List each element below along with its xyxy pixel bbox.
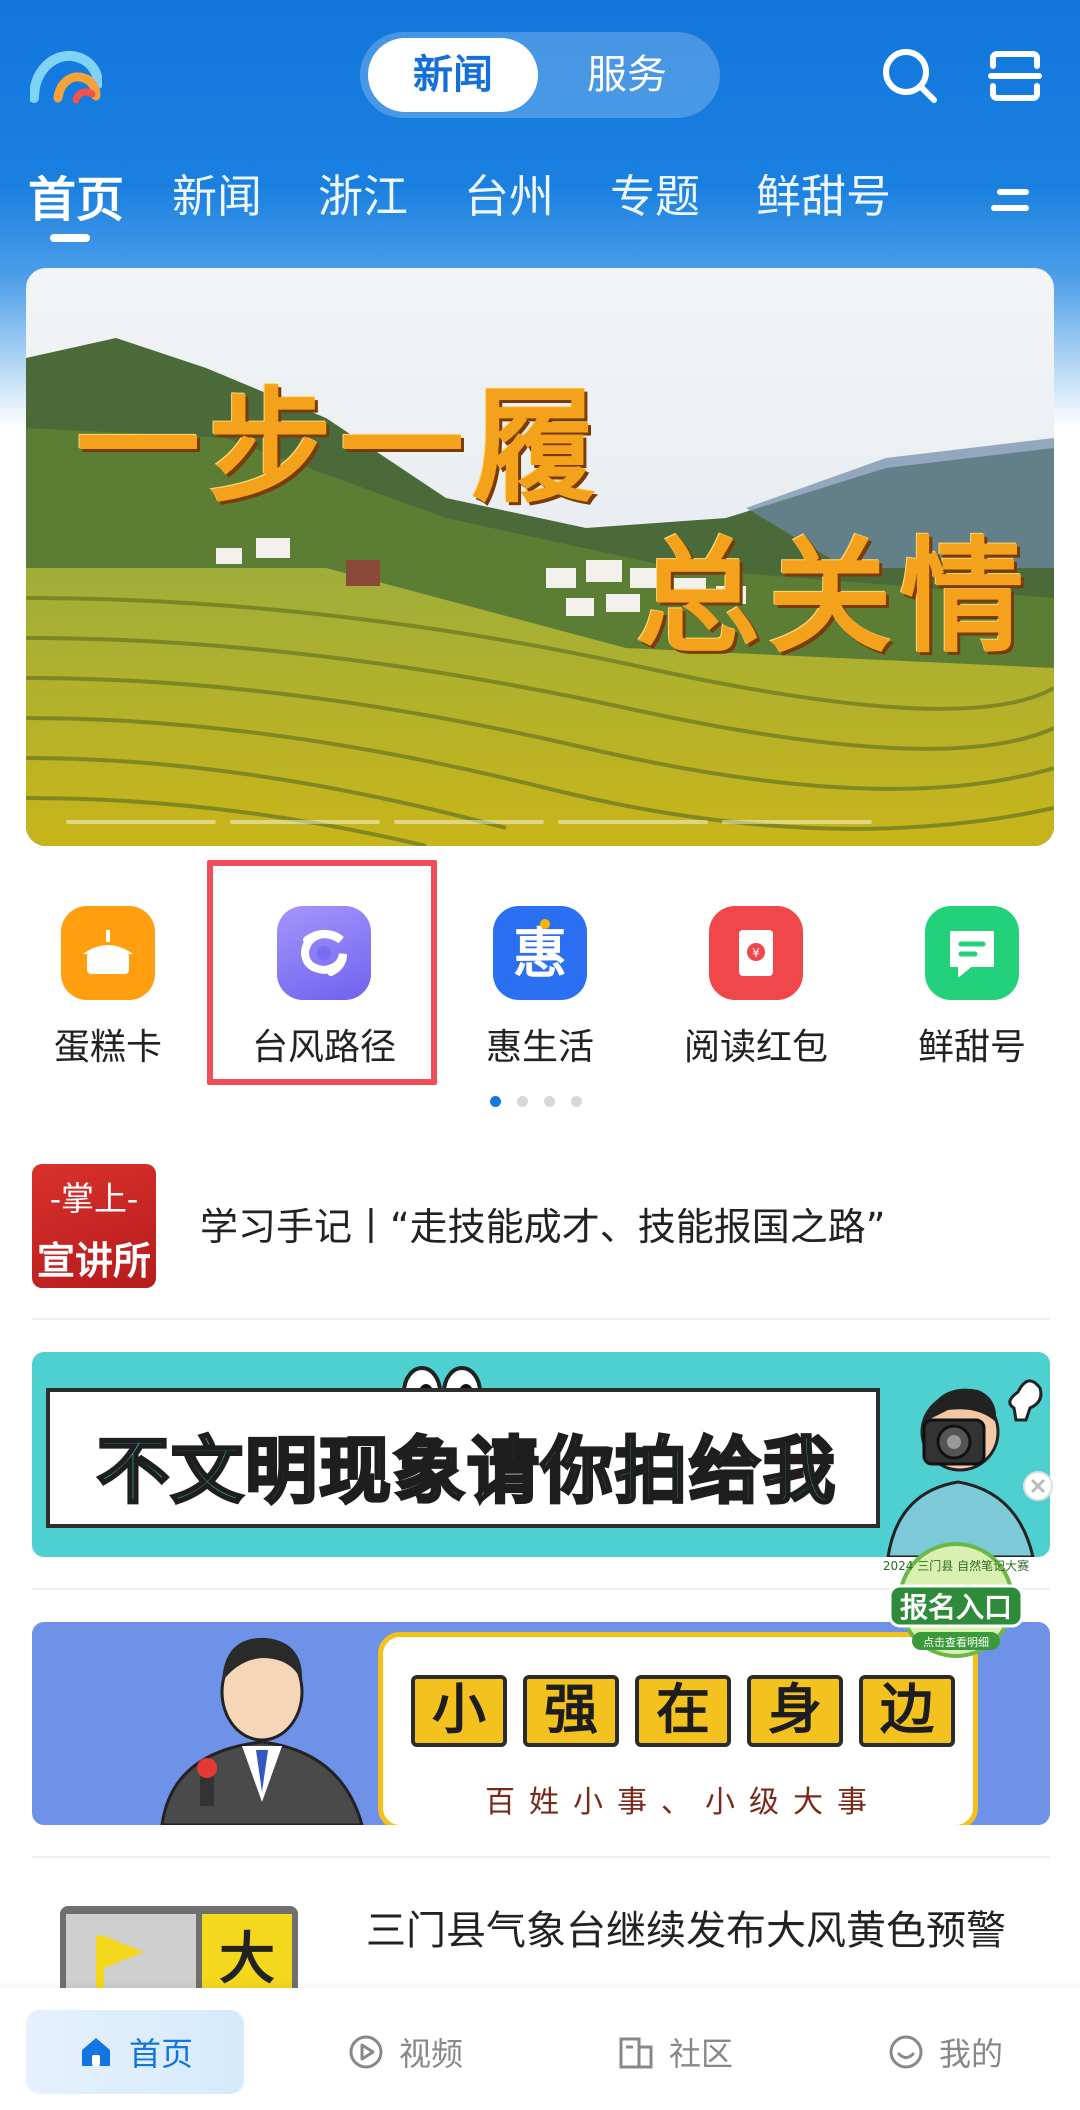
feed-divider	[32, 1318, 1050, 1320]
badge-sub: 点击查看明细	[923, 1635, 989, 1649]
banner-title-line1: 一步一履	[76, 375, 605, 520]
news2-thumb-text: 大	[219, 1927, 275, 1992]
scan-menu-icon[interactable]	[985, 46, 1045, 106]
banner-title: 一步一履 总关情	[56, 346, 1046, 670]
hui-icon: 惠	[493, 906, 587, 1000]
news2-thumbnail: 大	[60, 1906, 298, 1996]
nav-community[interactable]: 社区	[566, 2010, 784, 2094]
nav-home-label: 首页	[128, 2035, 193, 2073]
news-thumbnail: -掌上- 宣讲所	[32, 1164, 156, 1288]
quick-item-xiantianhao[interactable]: 鲜甜号	[872, 906, 1072, 1070]
tab-home[interactable]: 首页	[28, 160, 124, 230]
nav-mine-label: 我的	[938, 2035, 1003, 2073]
thumbnail-text-line2: 宣讲所	[36, 1238, 151, 1283]
nav-video-label: 视频	[398, 2035, 463, 2073]
registration-entry-badge[interactable]: 2024 三门县 自然笔记大赛 报名入口 点击查看明细	[876, 1538, 1036, 1663]
tab-topics[interactable]: 专题	[610, 160, 700, 225]
thumbnail-text-line1: -掌上-	[49, 1179, 139, 1218]
quick-item-cake-card[interactable]: 蛋糕卡	[8, 906, 208, 1070]
message-icon	[925, 906, 1019, 1000]
bottom-navigation: 首页 视频 社区 我的	[0, 1988, 1080, 2110]
quick-item-typhoon-path[interactable]: 台风路径	[224, 906, 424, 1070]
svg-text:2024 三门县 自然笔记大赛: 2024 三门县 自然笔记大赛	[883, 1558, 1029, 1573]
quick-label-xiantianhao: 鲜甜号	[917, 1027, 1026, 1068]
app-logo-icon[interactable]	[30, 48, 102, 104]
badge-label: 报名入口	[900, 1591, 1012, 1624]
ad-banner-report-incivility[interactable]: 不文明现象请你拍给我	[32, 1352, 1050, 1557]
banner-carousel-indicator	[26, 820, 1054, 824]
search-icon[interactable]	[880, 46, 940, 106]
ad2-word: 身	[747, 1675, 843, 1747]
active-tab-indicator	[50, 234, 90, 242]
nav-home[interactable]: 首页	[26, 2010, 244, 2094]
tab-news[interactable]: 新闻	[172, 160, 262, 225]
quick-services-row: 蛋糕卡 台风路径 惠 惠生活 ¥ 阅读红包 鲜甜号	[0, 880, 1080, 1080]
quick-page-indicator	[490, 1096, 582, 1108]
tab-taizhou[interactable]: 台州	[464, 160, 554, 225]
ad2-word: 小	[411, 1675, 507, 1747]
nav-video[interactable]: 视频	[296, 2010, 514, 2094]
news-item-study-notes[interactable]: -掌上- 宣讲所 学习手记丨“走技能成才、技能报国之路”	[0, 1150, 1080, 1320]
news-title: 学习手记丨“走技能成才、技能报国之路”	[200, 1205, 886, 1249]
red-envelope-icon: ¥	[709, 906, 803, 1000]
svg-text:¥: ¥	[752, 946, 760, 960]
ad2-headline: 小 强 在 身 边	[411, 1675, 955, 1747]
ad2-word: 在	[635, 1675, 731, 1747]
photographer-illustration-icon	[886, 1379, 1043, 1557]
ad-headline: 不文明现象请你拍给我	[95, 1428, 837, 1515]
quick-label-reading-red-envelope: 阅读红包	[683, 1027, 828, 1068]
tab-zhejiang[interactable]: 浙江	[318, 160, 408, 225]
home-icon	[81, 2038, 110, 2066]
ad-text-box: 不文明现象请你拍给我	[46, 1388, 880, 1528]
quick-label-cake-card: 蛋糕卡	[53, 1027, 162, 1068]
more-categories-icon[interactable]	[990, 180, 1036, 220]
news2-title: 三门县气象台继续发布大风黄色预警	[366, 1908, 1006, 1954]
community-icon	[619, 2037, 653, 2069]
ad2-word: 强	[523, 1675, 619, 1747]
category-tabs: 首页 新闻 浙江 台州 专题 鲜甜号	[0, 150, 1080, 260]
cake-icon	[61, 906, 155, 1000]
nav-community-label: 社区	[668, 2035, 733, 2073]
quick-label-typhoon-path: 台风路径	[251, 1027, 396, 1068]
play-icon	[349, 2035, 383, 2069]
segment-news[interactable]: 新闻	[368, 38, 538, 112]
typhoon-icon	[277, 906, 371, 1000]
news-service-toggle: 新闻 服务	[360, 32, 720, 118]
quick-label-hui-life: 惠生活	[485, 1027, 594, 1068]
news-item-wind-warning[interactable]: 大 三门县气象台继续发布大风黄色预警	[0, 1858, 1080, 1996]
quick-item-reading-red-envelope[interactable]: ¥ 阅读红包	[656, 906, 856, 1070]
nav-mine[interactable]: 我的	[836, 2010, 1054, 2094]
tab-xiantianhao[interactable]: 鲜甜号	[756, 160, 891, 225]
banner-title-line2: 总关情	[636, 525, 1033, 670]
ad2-word: 边	[859, 1675, 955, 1747]
hero-banner[interactable]: 一步一履 总关情	[26, 268, 1054, 846]
segment-service[interactable]: 服务	[542, 38, 712, 112]
quick-item-hui-life[interactable]: 惠 惠生活	[440, 906, 640, 1070]
svg-text:惠: 惠	[513, 922, 567, 985]
ad2-subtitle: 百姓小事、小级大事	[485, 1785, 881, 1820]
close-ad-icon[interactable]	[1022, 1470, 1054, 1502]
smile-icon	[889, 2035, 923, 2069]
reporter-illustration-icon	[160, 1637, 364, 1825]
